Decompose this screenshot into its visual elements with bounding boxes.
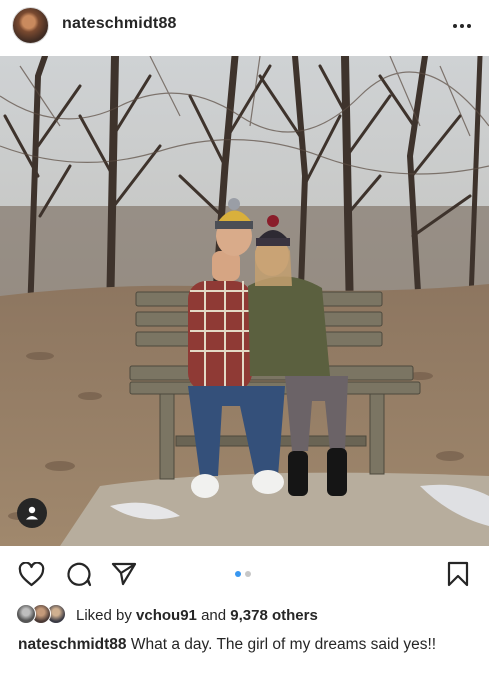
carousel-dot [245, 571, 251, 577]
post-header: nateschmidt88 [0, 0, 489, 54]
likes-row[interactable]: Liked by vchou91 and 9,378 others [16, 604, 318, 626]
post-photo[interactable] [0, 56, 489, 546]
likes-conjunction: and [201, 606, 227, 624]
likes-text: Liked by vchou91 and 9,378 others [76, 607, 318, 624]
share-direct-icon[interactable] [109, 559, 139, 589]
profile-avatar[interactable] [12, 7, 49, 44]
liker-avatars [16, 604, 72, 626]
caption-text: What a day. The girl of my dreams said y… [130, 636, 437, 653]
save-bookmark-icon[interactable] [443, 559, 473, 589]
liker-avatar [16, 604, 36, 624]
carousel-indicator [235, 571, 251, 577]
liker-username[interactable]: vchou91 [136, 607, 197, 624]
tagged-user-icon[interactable] [17, 498, 47, 528]
like-heart-icon[interactable] [16, 559, 46, 589]
caption-username[interactable]: nateschmidt88 [18, 636, 127, 653]
more-options-icon[interactable] [450, 14, 474, 38]
comment-icon[interactable] [64, 559, 94, 589]
likes-prefix: Liked by [76, 606, 132, 624]
action-bar [0, 556, 489, 592]
likes-others-count[interactable]: 9,378 others [230, 607, 318, 624]
carousel-dot-active [235, 571, 241, 577]
post-caption: nateschmidt88 What a day. The girl of my… [18, 634, 478, 655]
post-username[interactable]: nateschmidt88 [62, 15, 177, 33]
